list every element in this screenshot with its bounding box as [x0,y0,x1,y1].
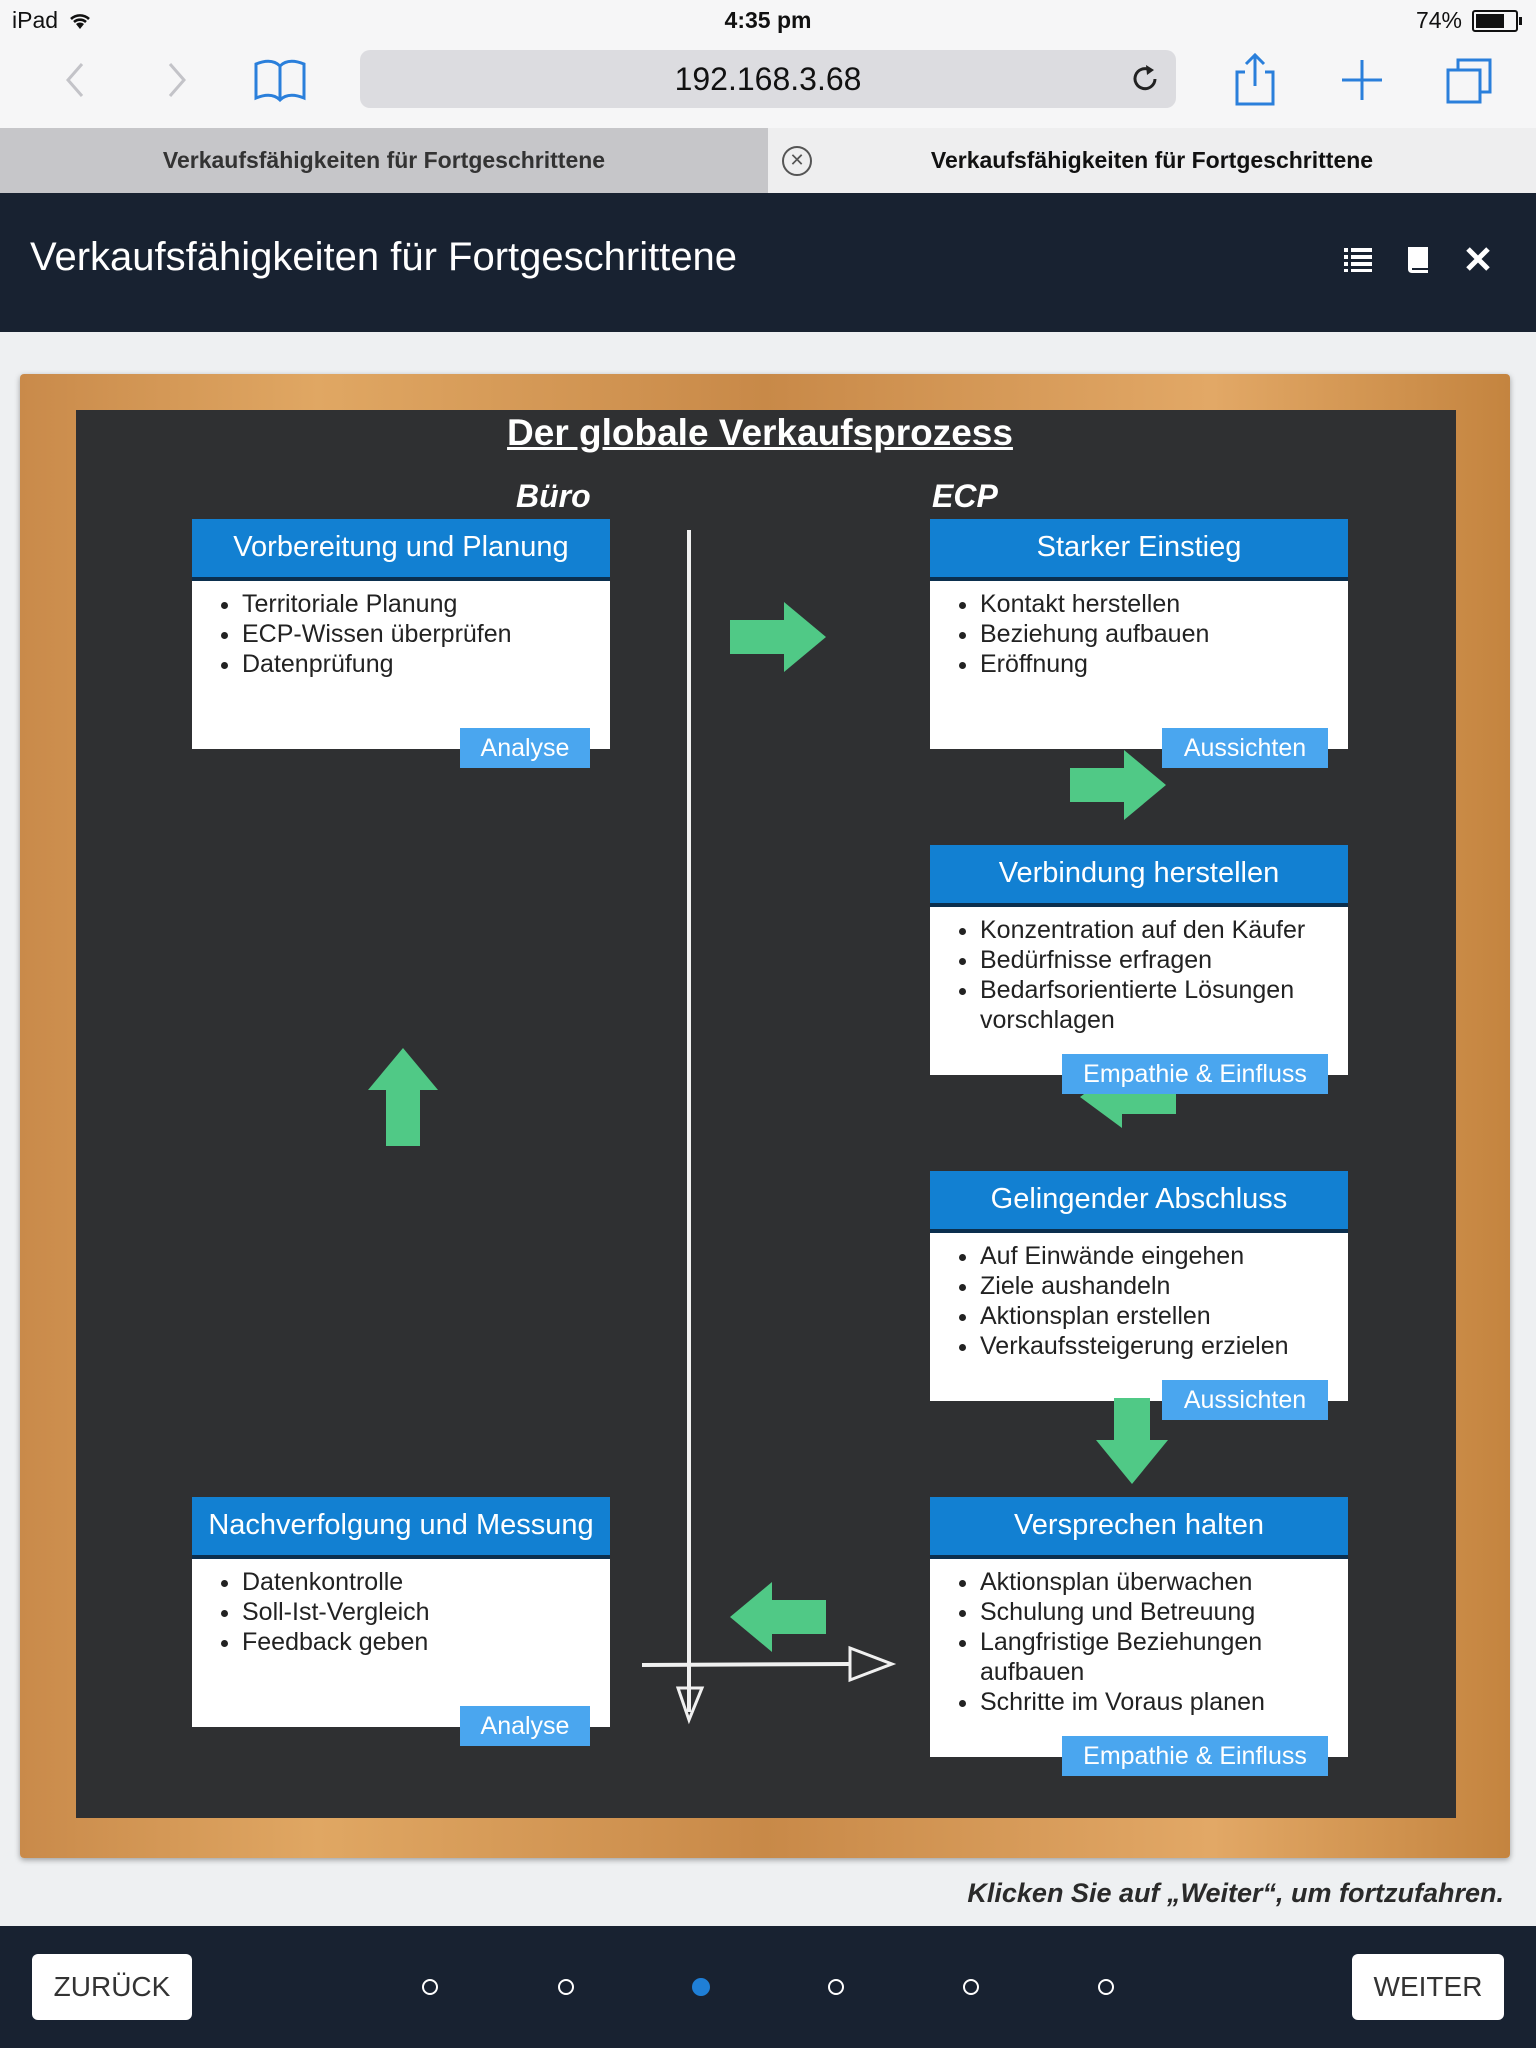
card-tag: Aussichten [1162,1380,1328,1420]
arrow-right-icon [730,602,826,672]
list-item: Auf Einwände eingehen [980,1241,1330,1271]
forward-icon[interactable] [148,50,208,110]
list-item: Ziele aushandeln [980,1271,1330,1301]
card-list: Aktionsplan überwachen Schulung und Betr… [930,1567,1330,1717]
battery-percent: 74% [1415,7,1462,33]
card-title: Versprechen halten [930,1497,1348,1559]
list-item: Eröffnung [980,649,1330,679]
step-card-prepare[interactable]: Vorbereitung und Planung Territoriale Pl… [192,519,610,749]
card-list: Kontakt herstellen Beziehung aufbauen Er… [930,589,1330,679]
list-icon[interactable] [1342,243,1374,275]
card-title: Nachverfolgung und Messung [192,1497,610,1559]
card-list: Territoriale Planung ECP-Wissen überprüf… [192,589,592,679]
list-item: Feedback geben [242,1627,592,1657]
tab-label: Verkaufsfähigkeiten für Fortgeschrittene [162,147,606,173]
tabs-icon[interactable] [1440,50,1500,110]
back-button[interactable]: ZURÜCK [32,1954,192,2020]
close-icon[interactable] [1462,243,1494,275]
status-bar: iPad 4:35 pm 74% [0,0,1536,42]
list-item: Langfristige Beziehungen aufbauen [980,1627,1330,1687]
next-button[interactable]: WEITER [1352,1954,1504,2020]
card-title: Starker Einstieg [930,519,1348,581]
tab-active[interactable]: Verkaufsfähigkeiten für Fortgeschrittene [768,128,1536,193]
bookmarks-icon[interactable] [250,50,310,110]
list-item: Territoriale Planung [242,589,592,619]
reload-icon[interactable] [1128,62,1162,96]
card-tag: Aussichten [1162,728,1328,768]
card-title: Vorbereitung und Planung [192,519,610,581]
book-icon[interactable] [1402,243,1434,275]
column-label-right: ECP [932,478,998,514]
list-item: ECP-Wissen überprüfen [242,619,592,649]
page-dot-2[interactable] [558,1979,574,1995]
card-list: Auf Einwände eingehen Ziele aushandeln A… [930,1241,1330,1361]
page-dot-1[interactable] [422,1979,438,1995]
list-item: Soll-Ist-Vergleich [242,1597,592,1627]
url-text: 192.168.3.68 [674,61,862,97]
url-bar[interactable]: 192.168.3.68 [360,50,1176,108]
page-dot-4[interactable] [828,1979,844,1995]
step-card-followup[interactable]: Nachverfolgung und Messung Datenkontroll… [192,1497,610,1727]
chalk-axes-drawing [641,530,897,1725]
share-icon[interactable] [1225,50,1285,110]
list-item: Verkaufssteigerung erzielen [980,1331,1330,1361]
list-item: Datenkontrolle [242,1567,592,1597]
card-title: Gelingender Abschluss [930,1171,1348,1233]
card-list: Datenkontrolle Soll-Ist-Vergleich Feedba… [192,1567,592,1657]
card-tag: Analyse [460,728,590,768]
arrow-right-icon [1070,750,1166,820]
course-title: Verkaufsfähigkeiten für Fortgeschrittene [30,235,738,279]
list-item: Kontakt herstellen [980,589,1330,619]
app-header: Verkaufsfähigkeiten für Fortgeschrittene [0,193,1536,332]
list-item: Bedarfsorientierte Lösungen vorschlagen [980,975,1330,1035]
arrow-down-icon [1096,1398,1168,1484]
step-card-opening[interactable]: Starker Einstieg Kontakt herstellen Bezi… [930,519,1348,749]
step-card-closing[interactable]: Gelingender Abschluss Auf Einwände einge… [930,1171,1348,1401]
page-dot-5[interactable] [963,1979,979,1995]
list-item: Aktionsplan erstellen [980,1301,1330,1331]
list-item: Datenprüfung [242,649,592,679]
page-dot-6[interactable] [1098,1979,1114,1995]
back-icon[interactable] [44,50,104,110]
battery-icon [1472,9,1522,32]
browser-toolbar: 192.168.3.68 [0,42,1536,128]
arrow-left-icon [730,1582,826,1652]
column-label-left: Büro [516,478,591,514]
arrow-up-icon [368,1048,438,1146]
card-list: Konzentration auf den Käufer Bedürfnisse… [930,915,1330,1035]
step-card-connect[interactable]: Verbindung herstellen Konzentration auf … [930,845,1348,1075]
clock: 4:35 pm [724,7,812,33]
continue-hint: Klicken Sie auf „Weiter“, um fortzufahre… [967,1878,1504,1908]
tab-label: Verkaufsfähigkeiten für Fortgeschrittene [930,147,1374,173]
list-item: Aktionsplan überwachen [980,1567,1330,1597]
list-item: Schulung und Betreuung [980,1597,1330,1627]
tab-inactive[interactable]: Verkaufsfähigkeiten für Fortgeschrittene [0,128,768,193]
footer-nav: ZURÜCK WEITER [0,1926,1536,2048]
close-tab-icon[interactable]: ✕ [782,146,812,176]
list-item: Bedürfnisse erfragen [980,945,1330,975]
board-title: Der globale Verkaufsprozess [507,412,1013,453]
tab-bar: Verkaufsfähigkeiten für Fortgeschrittene… [0,128,1536,193]
page-dot-3[interactable] [692,1978,710,1996]
card-tag: Empathie & Einfluss [1062,1736,1328,1776]
list-item: Beziehung aufbauen [980,619,1330,649]
new-tab-icon[interactable] [1332,50,1392,110]
step-card-deliver[interactable]: Versprechen halten Aktionsplan überwache… [930,1497,1348,1757]
card-tag: Empathie & Einfluss [1062,1054,1328,1094]
list-item: Konzentration auf den Käufer [980,915,1330,945]
card-tag: Analyse [460,1706,590,1746]
card-title: Verbindung herstellen [930,845,1348,907]
list-item: Schritte im Voraus planen [980,1687,1330,1717]
